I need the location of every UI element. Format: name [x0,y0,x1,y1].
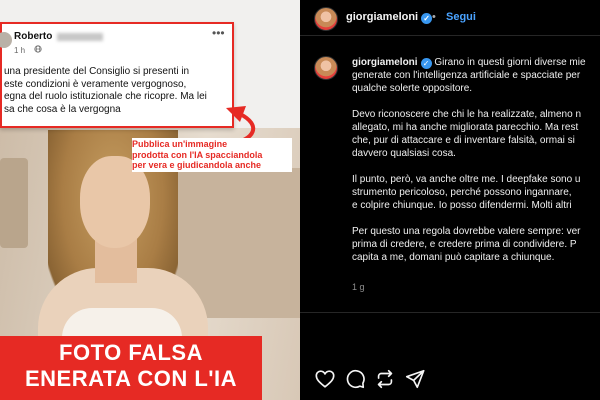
post-text-line: este condizioni è veramente vergognoso, [4,78,187,90]
verified-badge-icon: ✓ [420,58,432,69]
caption-paragraph: Per questo una regola dovrebbe valere se… [352,225,600,264]
avatar [0,32,12,48]
header-username[interactable]: giorgiameloni ✓ [346,11,433,24]
follow-button[interactable]: Segui [446,11,476,23]
caption-line: generate con l'intelligenza artificiale … [352,70,581,81]
headline-line-1: FOTO FALSA [59,340,203,365]
photo-background-lamp [0,158,28,248]
caption-line: capita a me, domani può capitare a chiun… [352,252,555,263]
thumbnail-panel: Roberto 1 h ••• una presidente del Consi… [0,0,300,400]
share-icon[interactable] [404,368,426,390]
more-horizontal-icon[interactable]: ••• [212,26,225,40]
caption-line: prima di credere, e credere prima di con… [352,239,577,250]
caption-line: Per questo una regola dovrebbe valere se… [352,226,581,237]
post-time: 1 h [14,46,26,55]
caption-line: Devo riconoscere che chi le ha realizzat… [352,109,582,120]
caption-line: qualche solerte oppositore. [352,83,473,94]
repost-icon[interactable] [374,368,396,390]
caption-line: che, pur di attaccare e di inventare fal… [352,135,575,146]
avatar[interactable] [314,56,338,80]
verified-badge-icon: ✓ [421,13,433,24]
post-text-line: una presidente del Consiglio si presenti… [4,66,190,77]
globe-icon [34,45,42,55]
annotation-line: Pubblica un'immagine [132,139,228,149]
fake-photo-headline: FOTO FALSA ENERATA CON L'IA [0,336,262,400]
facebook-post-screenshot: Roberto 1 h ••• una presidente del Consi… [0,22,234,128]
comment-icon[interactable] [344,368,366,390]
username-text[interactable]: giorgiameloni [346,11,418,23]
post-caption: giorgiameloni ✓ Girano in questi giorni d… [352,56,600,277]
heart-icon[interactable] [314,368,336,390]
caption-paragraph: giorgiameloni ✓ Girano in questi giorni d… [352,56,600,95]
caption-line: strumento pericoloso, perché possono ing… [352,187,572,198]
post-header: giorgiameloni ✓ • Segui [300,0,600,36]
headline-line-2: ENERATA CON L'IA [24,366,238,391]
post-timestamp[interactable]: 1 g [352,282,365,292]
annotation-line: per vera e giudicandola anche [132,160,262,170]
annotation-line: prodotta con l'IA spacciandola [132,149,263,160]
instagram-post-panel: giorgiameloni ✓ • Segui giorgiameloni ✓ Gi… [300,0,600,400]
avatar[interactable] [314,7,338,31]
caption-line: allegato, mi ha anche migliorata parecch… [352,122,579,133]
caption-line: Il punto, però, va anche oltre me. I dee… [352,174,581,185]
caption-paragraph: Il punto, però, va anche oltre me. I dee… [352,173,600,212]
blurred-surname [57,33,103,41]
post-author-name: Roberto [14,31,53,42]
caption-line: giorgiameloni ✓ Girano in questi giorni d… [352,56,600,69]
divider [300,312,600,313]
caption-text: Girano in questi giorni diverse mie [434,57,586,68]
annotation-callout: Pubblica un'immagine prodotta con l'IA s… [132,138,292,172]
post-text: una presidente del Consiglio si presenti… [2,66,232,116]
caption-paragraph: Devo riconoscere che chi le ha realizzat… [352,108,600,160]
post-text-line: egna del ruolo istituzionale che ricopre… [4,91,207,102]
caption-line: davvero qualsiasi cosa. [352,148,456,159]
post-text-line: sa che cosa è la vergogna [4,103,121,115]
caption-username[interactable]: giorgiameloni [352,57,418,68]
separator-dot: • [432,11,436,23]
caption-line: e colpire chiunque. Io posso difendermi.… [352,200,572,211]
